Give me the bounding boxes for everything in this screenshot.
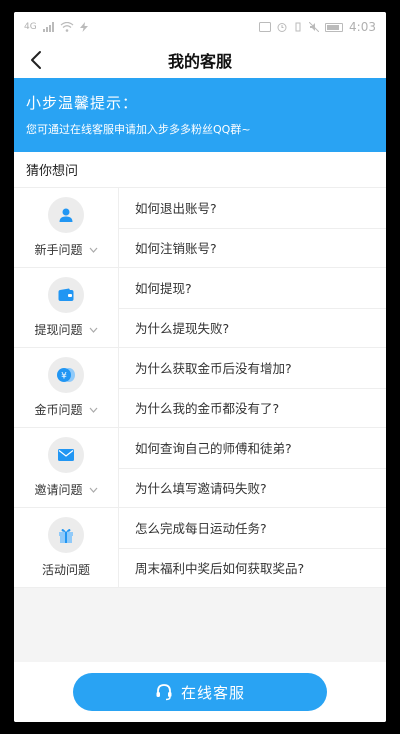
coin-icon: ¥: [48, 357, 84, 393]
category-label: 提现问题: [34, 321, 97, 338]
nav-bar: 我的客服: [14, 42, 386, 78]
mail-icon: [48, 437, 84, 473]
question-item[interactable]: 如何注销账号?: [119, 227, 386, 268]
status-time: 4:03: [349, 20, 376, 34]
category-label-text: 活动问题: [41, 563, 90, 577]
question-item[interactable]: 为什么我的金币都没有了?: [119, 387, 386, 428]
question-item[interactable]: 为什么获取金币后没有增加?: [119, 348, 386, 388]
category-label: 金币问题: [34, 401, 97, 418]
category-toggle-withdraw[interactable]: 提现问题: [14, 268, 119, 347]
back-arrow-icon: [31, 51, 41, 69]
question-item[interactable]: 为什么提现失败?: [119, 307, 386, 348]
carrier-label: 4G: [24, 22, 37, 32]
category-label: 活动问题: [42, 561, 90, 578]
status-left: 4G: [24, 22, 88, 32]
category-toggle-activity[interactable]: 活动问题: [14, 508, 119, 587]
category-list: 新手问题 如何退出账号? 如何注销账号? 提现问题 如何提现? 为什么提现失败?…: [14, 188, 386, 588]
question-list: 为什么获取金币后没有增加? 为什么我的金币都没有了?: [119, 348, 386, 427]
bottom-bar: 在线客服: [14, 662, 386, 722]
category-label-text: 提现问题: [34, 323, 83, 337]
tip-banner: 小步温馨提示： 您可通过在线客服申请加入步多多粉丝QQ群~: [14, 78, 386, 152]
banner-title: 小步温馨提示：: [26, 94, 139, 112]
bolt-icon: [79, 22, 88, 32]
question-item[interactable]: 为什么填写邀请码失败?: [119, 467, 386, 508]
battery-icon: [325, 22, 344, 32]
category-toggle-coin[interactable]: ¥ 金币问题: [14, 348, 119, 427]
chevron-down-icon: [89, 407, 97, 413]
question-item[interactable]: 如何退出账号?: [119, 188, 386, 228]
page-title: 我的客服: [167, 52, 232, 71]
question-list: 如何提现? 为什么提现失败?: [119, 268, 386, 347]
category-invite: 邀请问题 如何查询自己的师傅和徒弟? 为什么填写邀请码失败?: [14, 428, 386, 508]
status-bar: 4G 4:03: [14, 12, 386, 42]
question-item[interactable]: 如何提现?: [119, 268, 386, 308]
status-right: 4:03: [259, 20, 376, 34]
gift-icon: [48, 517, 84, 553]
phone-screen: 4G 4:03 我的客服 小步温馨提示： 您可通过在线客服申请加入步多多粉丝QQ…: [14, 12, 386, 722]
category-label-text: 金币问题: [34, 403, 83, 417]
banner-text: 您可通过在线客服申请加入步多多粉丝QQ群~: [26, 123, 251, 136]
category-activity: 活动问题 怎么完成每日运动任务? 周末福利中奖后如何获取奖品?: [14, 508, 386, 588]
vibrate-icon: [295, 22, 301, 32]
signal-icon: [42, 22, 54, 32]
wallet-icon: [48, 277, 84, 313]
category-newbie: 新手问题 如何退出账号? 如何注销账号?: [14, 188, 386, 268]
online-service-label: 在线客服: [180, 684, 245, 702]
alarm-icon: [277, 23, 287, 32]
back-button[interactable]: [24, 48, 48, 72]
svg-text:¥: ¥: [61, 372, 67, 382]
category-coin: ¥ 金币问题 为什么获取金币后没有增加? 为什么我的金币都没有了?: [14, 348, 386, 428]
nfc-icon: [259, 22, 272, 32]
question-list: 如何退出账号? 如何注销账号?: [119, 188, 386, 267]
headset-icon: [156, 684, 172, 701]
question-list: 如何查询自己的师傅和徒弟? 为什么填写邀请码失败?: [119, 428, 386, 507]
category-label-text: 邀请问题: [34, 483, 83, 497]
mute-icon: [309, 22, 320, 32]
wifi-icon: [60, 22, 74, 32]
user-icon: [48, 197, 84, 233]
question-item[interactable]: 周末福利中奖后如何获取奖品?: [119, 547, 386, 588]
category-withdraw: 提现问题 如何提现? 为什么提现失败?: [14, 268, 386, 348]
category-label: 新手问题: [34, 241, 97, 258]
category-toggle-invite[interactable]: 邀请问题: [14, 428, 119, 507]
question-item[interactable]: 如何查询自己的师傅和徒弟?: [119, 428, 386, 468]
guess-header: 猜你想问: [14, 152, 386, 188]
online-service-button[interactable]: 在线客服: [73, 673, 327, 711]
category-label-text: 新手问题: [34, 243, 83, 257]
category-label: 邀请问题: [34, 481, 97, 498]
chevron-down-icon: [89, 247, 97, 253]
question-list: 怎么完成每日运动任务? 周末福利中奖后如何获取奖品?: [119, 508, 386, 587]
chevron-down-icon: [89, 487, 97, 493]
category-toggle-newbie[interactable]: 新手问题: [14, 188, 119, 267]
chevron-down-icon: [89, 327, 97, 333]
question-item[interactable]: 怎么完成每日运动任务?: [119, 508, 386, 548]
